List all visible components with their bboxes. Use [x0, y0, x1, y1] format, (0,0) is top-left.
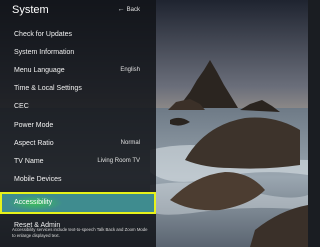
- back-arrow-icon: ←: [117, 6, 125, 13]
- back-label: Back: [126, 6, 140, 13]
- menu-item-menu-language[interactable]: Menu Language English: [0, 61, 156, 79]
- page-title: System: [12, 4, 49, 16]
- menu-item-aspect-ratio[interactable]: Aspect Ratio Normal: [0, 134, 156, 152]
- menu-item-label: Time & Local Settings: [14, 85, 82, 93]
- menu-list: Check for Updates System Information Menu …: [0, 25, 156, 235]
- menu-item-label: Aspect Ratio: [14, 139, 54, 147]
- menu-item-label: Check for Updates: [14, 30, 72, 38]
- menu-item-label: Mobile Devices: [14, 176, 62, 184]
- menu-item-label: TV Name: [14, 157, 44, 165]
- menu-item-value: English: [120, 67, 140, 74]
- menu-item-system-information[interactable]: System Information: [0, 43, 156, 61]
- menu-item-value: Living Room TV: [97, 158, 140, 165]
- menu-item-tv-name[interactable]: TV Name Living Room TV: [0, 152, 156, 170]
- system-menu-panel: System ← Back Check for Updates System In…: [0, 0, 156, 247]
- accessibility-hint-text: Accessibility services include text-to-s…: [12, 227, 148, 238]
- menu-item-time-and-local-settings[interactable]: Time & Local Settings: [0, 80, 156, 98]
- menu-item-label: Accessibility: [14, 199, 53, 207]
- menu-item-label: System Information: [14, 48, 75, 56]
- menu-item-label: Power Mode: [14, 121, 54, 129]
- menu-item-value: Normal: [120, 140, 140, 147]
- menu-item-check-for-updates[interactable]: Check for Updates: [0, 25, 156, 43]
- menu-header: System ← Back: [0, 0, 156, 22]
- menu-item-cec[interactable]: CEC: [0, 98, 156, 116]
- menu-item-mobile-devices[interactable]: Mobile Devices: [0, 171, 156, 189]
- menu-item-label: Menu Language: [14, 66, 65, 74]
- menu-item-power-mode[interactable]: Power Mode: [0, 116, 156, 134]
- back-button[interactable]: ← Back: [118, 6, 140, 13]
- menu-item-accessibility[interactable]: Accessibility: [0, 191, 156, 214]
- menu-item-label: CEC: [14, 103, 29, 111]
